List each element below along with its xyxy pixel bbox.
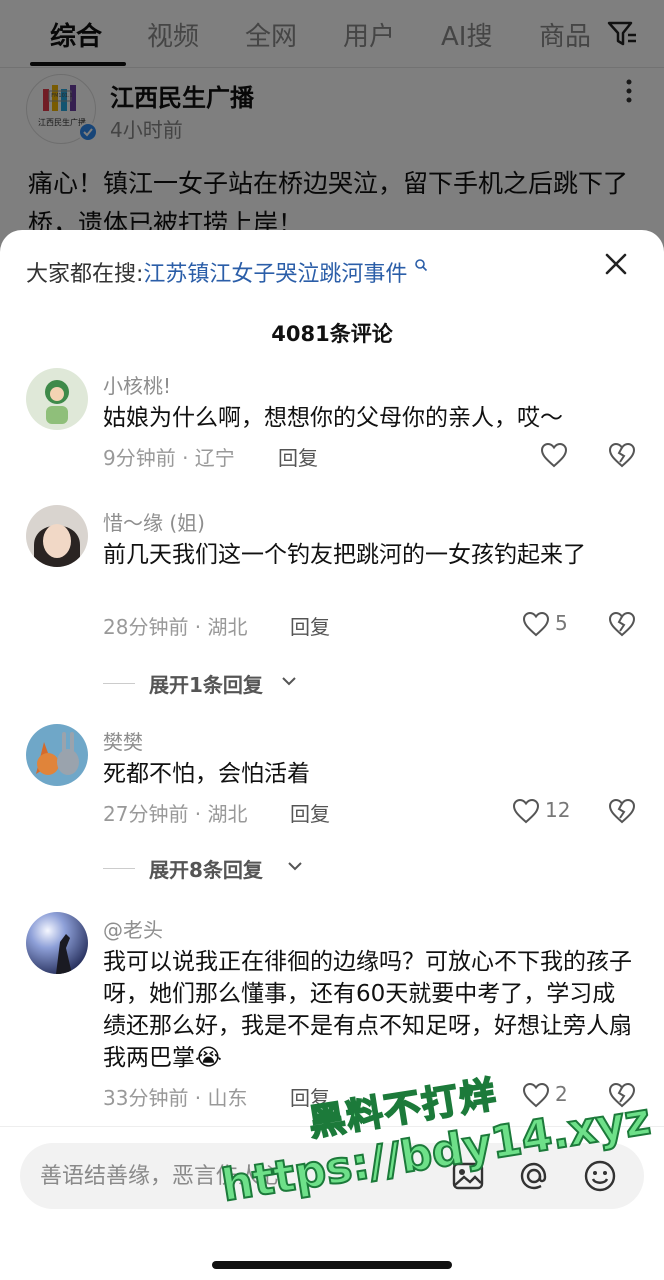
close-icon[interactable] [602, 250, 630, 278]
reply-button[interactable]: 回复 [290, 1082, 330, 1111]
tab-all[interactable]: 综合 [50, 16, 102, 53]
chevron-down-icon [288, 862, 302, 871]
commenter-name[interactable]: 樊樊 [103, 726, 143, 755]
post-author-name[interactable]: 江西民生广播 [110, 78, 254, 113]
tab-web[interactable]: 全网 [245, 16, 297, 53]
dislike-broken-heart-icon[interactable] [608, 1082, 636, 1108]
expand-replies-label[interactable]: 展开8条回复 [149, 854, 263, 883]
like-count: 2 [555, 1082, 568, 1106]
like-heart-icon[interactable] [522, 1082, 550, 1108]
hot-search-bar: 大家都在搜:江苏镇江女子哭泣跳河事件 [26, 256, 428, 288]
commenter-avatar[interactable] [26, 724, 88, 786]
more-options-icon[interactable] [622, 78, 636, 104]
comment-text[interactable]: 姑娘为什么啊，想想你的父母你的亲人，哎～ [103, 402, 633, 434]
like-count: 5 [555, 611, 568, 635]
commenter-name[interactable]: 小核桃! [103, 370, 171, 399]
expand-replies-label[interactable]: 展开1条回复 [149, 669, 263, 698]
search-tab-bar: 综合 视频 全网 用户 AI搜 商品 [0, 0, 664, 68]
commenter-avatar[interactable] [26, 505, 88, 567]
comment-input-container[interactable] [20, 1143, 644, 1209]
comment-count: 4081条评论 [271, 322, 393, 346]
comment-input-bar [0, 1126, 664, 1280]
chevron-down-icon [282, 677, 296, 686]
dislike-broken-heart-icon[interactable] [608, 611, 636, 637]
comment-text[interactable]: 死都不怕，会怕活着 [103, 758, 633, 790]
comment-meta: 28分钟前 · 湖北 [103, 615, 248, 639]
svg-text:FM101.1: FM101.1 [51, 93, 73, 99]
post-time: 4小时前 [110, 118, 183, 142]
comment-meta: 9分钟前 · 辽宁 [103, 446, 235, 470]
emoji-icon[interactable] [582, 1158, 618, 1194]
like-heart-icon[interactable] [540, 442, 568, 468]
background-feed: 综合 视频 全网 用户 AI搜 商品 FM101.1 江西民生广播 江西民生广播… [0, 0, 664, 238]
verified-badge-icon [78, 122, 98, 142]
mention-icon[interactable] [516, 1158, 552, 1194]
reply-button[interactable]: 回复 [290, 611, 330, 640]
dislike-broken-heart-icon[interactable] [608, 798, 636, 824]
tab-ai-search[interactable]: AI搜 [441, 16, 492, 53]
like-heart-icon[interactable] [512, 798, 540, 824]
filter-icon[interactable] [606, 18, 638, 50]
commenter-name[interactable]: @老头 [103, 914, 163, 943]
commenter-avatar[interactable] [26, 368, 88, 430]
search-icon [415, 259, 428, 272]
hot-search-link[interactable]: 江苏镇江女子哭泣跳河事件 [143, 262, 407, 287]
comment-sheet: 大家都在搜:江苏镇江女子哭泣跳河事件 4081条评论 小核桃! 姑娘为什么啊，想… [0, 230, 664, 1280]
comment-meta: 27分钟前 · 湖北 [103, 802, 248, 826]
divider-line [103, 683, 135, 684]
image-icon[interactable] [450, 1158, 486, 1194]
like-count: 12 [545, 798, 571, 822]
comment-meta: 33分钟前 · 山东 [103, 1086, 248, 1110]
divider-line [103, 868, 135, 869]
comment-text[interactable]: 我可以说我正在徘徊的边缘吗？可放心不下我的孩子呀，她们那么懂事，还有60天就要中… [103, 946, 633, 1074]
home-indicator [212, 1261, 452, 1269]
like-heart-icon[interactable] [522, 611, 550, 637]
commenter-avatar[interactable] [26, 912, 88, 974]
tab-products[interactable]: 商品 [539, 16, 591, 53]
commenter-name[interactable]: 惜～缘 (姐) [103, 507, 205, 536]
tab-video[interactable]: 视频 [147, 16, 199, 53]
active-tab-indicator [30, 62, 126, 66]
hot-search-label: 大家都在搜: [26, 262, 144, 287]
reply-button[interactable]: 回复 [290, 798, 330, 827]
dislike-broken-heart-icon[interactable] [608, 442, 636, 468]
tab-users[interactable]: 用户 [343, 16, 395, 53]
comment-input[interactable] [40, 1143, 440, 1209]
reply-button[interactable]: 回复 [278, 442, 318, 471]
comment-text[interactable]: 前几天我们这一个钓友把跳河的一女孩钓起来了 [103, 539, 633, 571]
